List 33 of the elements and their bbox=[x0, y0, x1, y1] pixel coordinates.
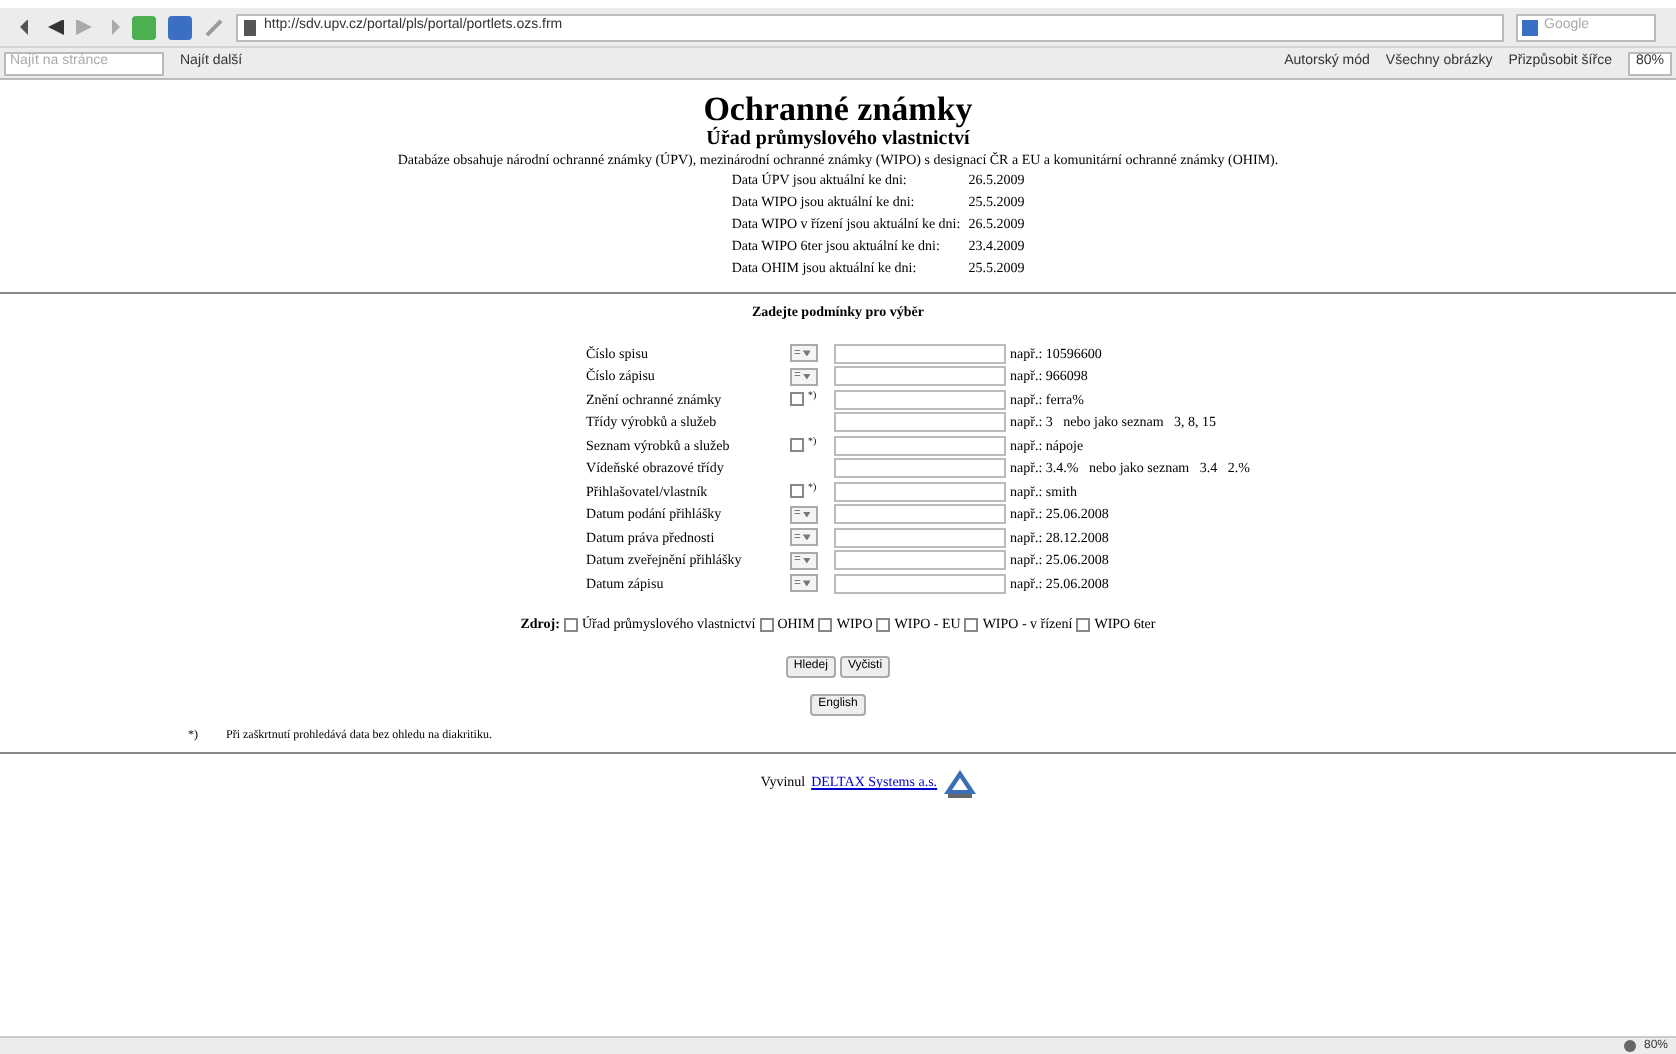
checkbox[interactable] bbox=[876, 617, 891, 632]
dropdown-icon bbox=[802, 511, 811, 518]
input-field[interactable] bbox=[834, 435, 1007, 456]
back-icon[interactable] bbox=[48, 19, 64, 35]
dropdown-icon bbox=[802, 373, 811, 380]
input-field[interactable] bbox=[834, 527, 1007, 548]
input-field[interactable] bbox=[834, 343, 1007, 364]
dropdown-icon bbox=[802, 350, 811, 357]
input-field[interactable] bbox=[834, 458, 1007, 479]
input-field[interactable] bbox=[834, 550, 1007, 571]
page-icon bbox=[244, 19, 256, 35]
dropdown-icon bbox=[802, 557, 811, 564]
input-field[interactable] bbox=[834, 481, 1007, 502]
checkbox[interactable] bbox=[964, 617, 979, 632]
checkbox[interactable] bbox=[790, 484, 805, 499]
pen-icon[interactable] bbox=[205, 18, 223, 36]
input-field[interactable] bbox=[834, 412, 1007, 433]
checkbox[interactable] bbox=[818, 617, 833, 632]
input-field[interactable] bbox=[834, 504, 1007, 525]
checkbox[interactable] bbox=[790, 392, 805, 407]
dropdown-icon bbox=[802, 534, 811, 541]
forward-icon[interactable] bbox=[76, 19, 92, 35]
page-title: Ochranné známky bbox=[703, 92, 973, 128]
input-field[interactable] bbox=[834, 573, 1007, 594]
input-field[interactable] bbox=[834, 366, 1007, 387]
checkbox[interactable] bbox=[563, 617, 578, 632]
checkbox[interactable] bbox=[790, 438, 805, 453]
checkbox[interactable] bbox=[1076, 617, 1091, 632]
page-subtitle: Úřad průmyslového vlastnictví bbox=[706, 128, 970, 150]
dropdown-icon bbox=[802, 580, 811, 587]
checkbox[interactable] bbox=[759, 617, 774, 632]
input-field[interactable] bbox=[834, 389, 1007, 410]
triangle-logo-icon bbox=[943, 769, 976, 797]
